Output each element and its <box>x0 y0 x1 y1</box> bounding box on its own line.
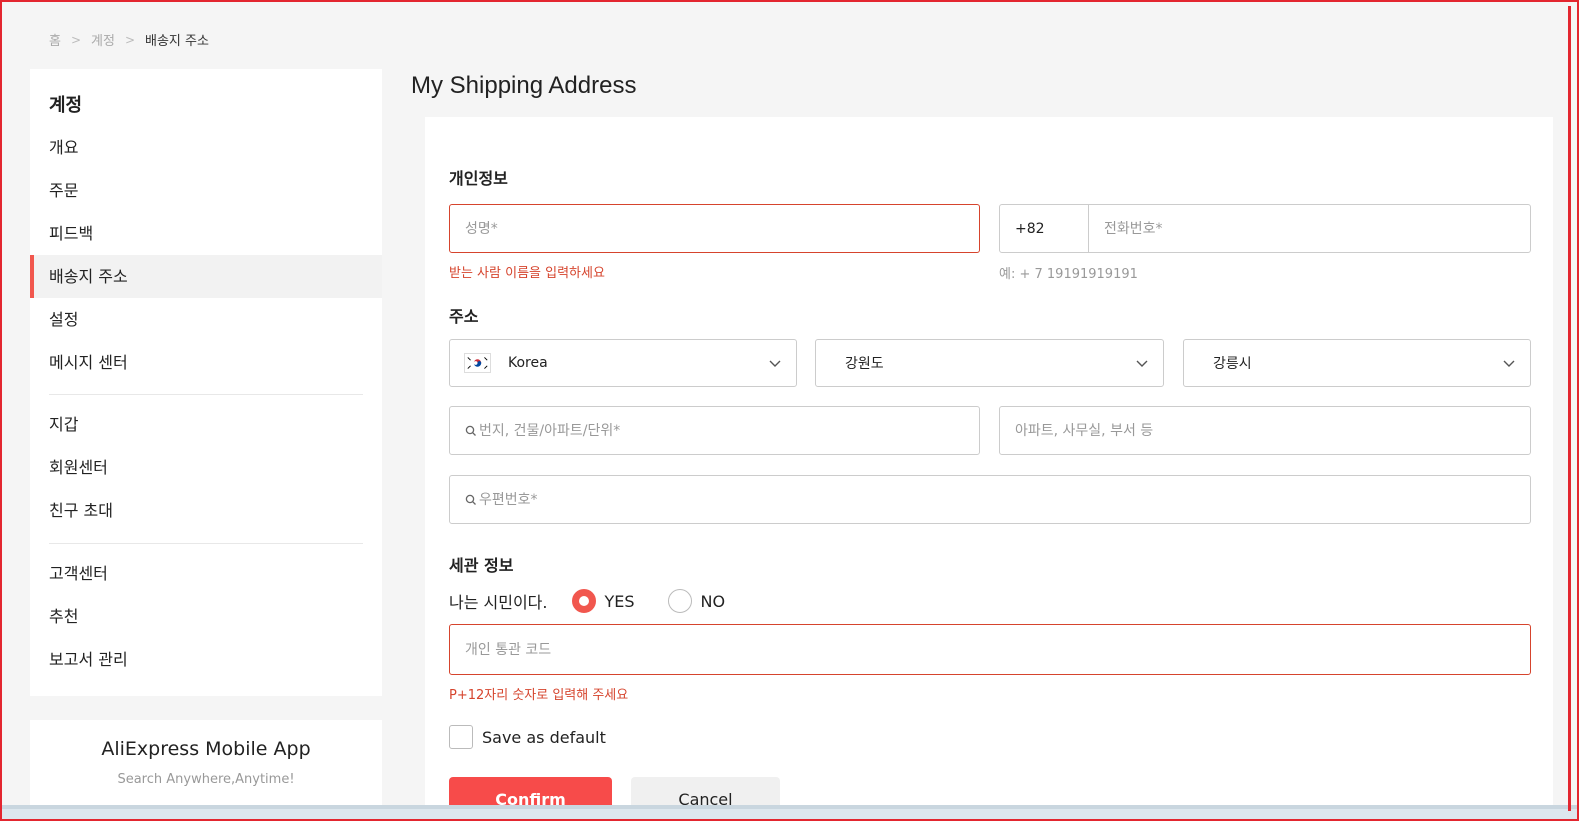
sidebar-item-recommend[interactable]: 추천 <box>30 595 382 638</box>
no-label[interactable]: NO <box>701 592 726 611</box>
phone-country-code[interactable]: +82 <box>1000 205 1089 252</box>
address-title: 주소 <box>449 307 479 326</box>
chevron-down-icon <box>1503 360 1515 367</box>
name-error: 받는 사람 이름을 입력하세요 <box>449 266 605 281</box>
breadcrumb-home[interactable]: 홈 <box>49 30 61 49</box>
sidebar-item-message-center[interactable]: 메시지 센터 <box>30 341 382 384</box>
customs-code-field[interactable] <box>449 624 1531 675</box>
sidebar-item-report-management[interactable]: 보고서 관리 <box>30 638 382 681</box>
province-select[interactable]: 강원도 <box>815 339 1164 387</box>
street-field[interactable] <box>449 406 980 455</box>
search-icon <box>465 494 476 505</box>
address-detail-input[interactable] <box>1000 407 1530 454</box>
city-value: 강릉시 <box>1213 356 1252 372</box>
zip-input[interactable] <box>477 476 1530 523</box>
save-default-checkbox[interactable] <box>449 725 473 749</box>
sidebar-divider <box>49 394 363 395</box>
sidebar-item-wallet[interactable]: 지갑 <box>30 403 382 446</box>
address-form: 개인정보 받는 사람 이름을 입력하세요 +82 예: + 7 19191919… <box>425 117 1553 821</box>
sidebar-divider <box>49 543 363 544</box>
city-select[interactable]: 강릉시 <box>1183 339 1531 387</box>
window-bottom-edge <box>0 805 1579 821</box>
sidebar-item-settings[interactable]: 설정 <box>30 298 382 341</box>
phone-hint: 예: + 7 19191919191 <box>999 267 1138 282</box>
address-detail-field[interactable] <box>999 406 1531 455</box>
personal-info-title: 개인정보 <box>449 169 508 188</box>
customs-title: 세관 정보 <box>449 556 514 575</box>
save-default-label: Save as default <box>482 727 606 747</box>
app-card-title: AliExpress Mobile App <box>101 738 311 760</box>
name-field[interactable] <box>449 204 980 253</box>
street-input[interactable] <box>477 407 979 454</box>
customs-code-error: P+12자리 숫자로 입력해 주세요 <box>449 688 629 703</box>
breadcrumb-separator: > <box>70 32 82 47</box>
sidebar-item-orders[interactable]: 주문 <box>30 169 382 212</box>
name-input[interactable] <box>450 205 979 252</box>
sidebar-item-help-center[interactable]: 고객센터 <box>30 552 382 595</box>
sidebar-item-membership[interactable]: 회원센터 <box>30 446 382 489</box>
yes-radio[interactable] <box>571 589 596 613</box>
breadcrumb-separator: > <box>124 32 136 47</box>
breadcrumb: 홈 > 계정 > 배송지 주소 <box>49 30 209 50</box>
province-value: 강원도 <box>845 356 884 372</box>
sidebar-item-shipping-address[interactable]: 배송지 주소 <box>30 255 382 298</box>
page-title: My Shipping Address <box>411 72 637 99</box>
sidebar-title: 계정 <box>49 95 83 116</box>
sidebar: 계정 개요 주문 피드백 배송지 주소 설정 메시지 센터 지갑 회원센터 친구… <box>30 69 382 696</box>
breadcrumb-account[interactable]: 계정 <box>91 30 115 49</box>
phone-field: +82 <box>999 204 1531 253</box>
zip-field[interactable] <box>449 475 1531 524</box>
search-icon <box>465 425 476 436</box>
citizen-radio-group: 나는 시민이다. YES NO <box>449 589 725 613</box>
country-value: Korea <box>508 355 548 371</box>
sidebar-item-feedback[interactable]: 피드백 <box>30 212 382 255</box>
country-select[interactable]: Korea <box>449 339 797 387</box>
phone-input[interactable] <box>1089 205 1530 252</box>
yes-label[interactable]: YES <box>605 592 635 611</box>
window-frame-right <box>1568 6 1571 811</box>
no-radio[interactable] <box>667 589 692 613</box>
app-card-subtitle: Search Anywhere,Anytime! <box>117 772 295 787</box>
korea-flag-icon <box>464 353 491 373</box>
sidebar-item-overview[interactable]: 개요 <box>30 126 382 169</box>
citizen-question: 나는 시민이다. <box>449 593 548 612</box>
customs-code-input[interactable] <box>450 625 1530 674</box>
save-default-row[interactable]: Save as default <box>449 725 606 749</box>
sidebar-item-invite-friends[interactable]: 친구 초대 <box>30 489 382 532</box>
chevron-down-icon <box>1136 360 1148 367</box>
breadcrumb-current: 배송지 주소 <box>145 34 209 49</box>
chevron-down-icon <box>769 360 781 367</box>
